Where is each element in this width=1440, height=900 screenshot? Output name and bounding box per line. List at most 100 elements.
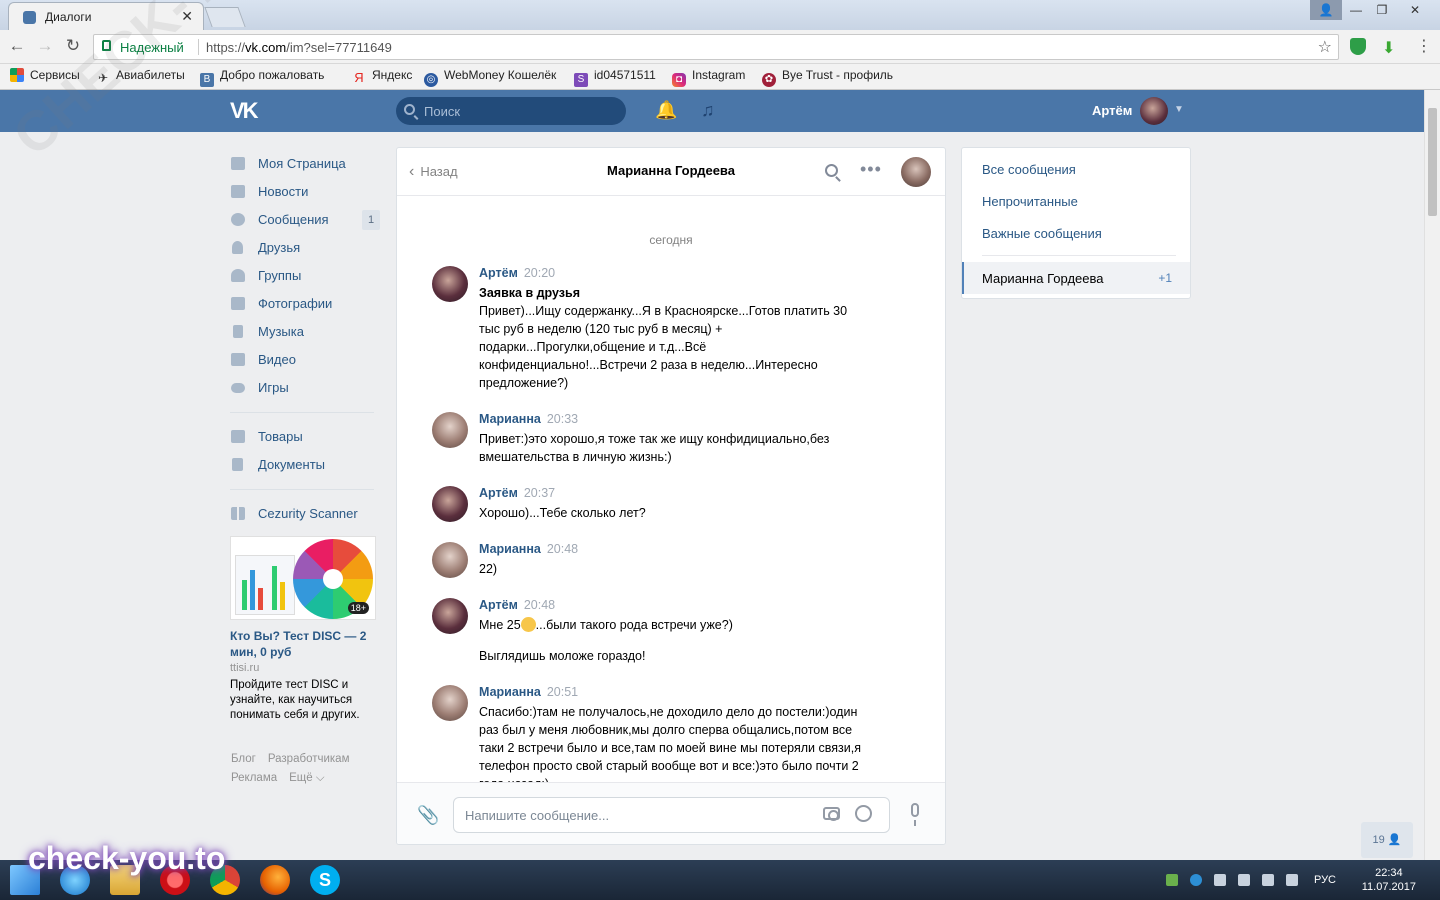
sender-avatar[interactable] xyxy=(432,266,468,302)
nav-photos[interactable]: Фотографии xyxy=(230,290,380,318)
message-author[interactable]: Артём xyxy=(479,598,518,612)
chevron-down-icon[interactable]: ▼ xyxy=(1174,104,1184,115)
nav-my-page[interactable]: Моя Страница xyxy=(230,150,380,178)
bookmark-webmoney[interactable]: ◎ WebMoney Кошелёк xyxy=(424,68,556,87)
sender-avatar[interactable] xyxy=(432,685,468,721)
input-language[interactable]: РУС xyxy=(1314,874,1336,886)
message-author[interactable]: Артём xyxy=(479,486,518,500)
download-extension-icon[interactable]: ⬇ xyxy=(1382,38,1395,58)
bookmark-flights[interactable]: ✈ Авиабилеты xyxy=(96,68,185,85)
message-time[interactable]: 20:20 xyxy=(524,266,555,280)
close-window-button[interactable]: ✕ xyxy=(1398,0,1432,20)
header-avatar[interactable] xyxy=(1140,97,1168,125)
system-clock[interactable]: 22:34 11.07.2017 xyxy=(1362,866,1416,894)
bell-icon[interactable]: 🔔 xyxy=(655,100,677,121)
new-tab-button[interactable] xyxy=(204,7,246,27)
nav-friends[interactable]: Друзья xyxy=(230,234,380,262)
message-time[interactable]: 20:48 xyxy=(524,598,555,612)
header-user-name[interactable]: Артём xyxy=(1092,103,1132,118)
emoji-icon[interactable] xyxy=(855,805,872,822)
page-scrollbar[interactable] xyxy=(1424,90,1440,860)
tray-flag-icon[interactable] xyxy=(1214,874,1226,886)
scrollbar-thumb[interactable] xyxy=(1428,108,1437,216)
ad-title[interactable]: Кто Вы? Тест DISC — 2 мин, 0 руб xyxy=(230,628,376,660)
music-note-icon[interactable]: ♫ xyxy=(701,100,715,121)
chrome-menu-icon[interactable]: ⋮ xyxy=(1416,36,1432,56)
nav-video[interactable]: Видео xyxy=(230,346,380,374)
filter-unread[interactable]: Непрочитанные xyxy=(982,194,1078,209)
back-arrow-icon[interactable]: ← xyxy=(6,36,28,56)
bookmark-yandex[interactable]: Я Яндекс xyxy=(352,68,412,85)
nav-games[interactable]: Игры xyxy=(230,374,380,402)
bookmark-vk[interactable]: В Добро пожаловать xyxy=(200,68,324,87)
message-history[interactable]: сегодня Артём 20:20 Заявка в друзья Привет… xyxy=(397,196,945,782)
forward-arrow-icon[interactable]: → xyxy=(34,36,56,56)
footer-link-more[interactable]: Ещё ⌵ xyxy=(289,772,324,784)
tray-network-icon[interactable] xyxy=(1262,874,1274,886)
tray-tools-icon[interactable] xyxy=(1238,874,1250,886)
bookmark-byetrust[interactable]: ✿ Bye Trust - профиль xyxy=(762,68,893,87)
app-icon xyxy=(231,507,245,520)
nav-goods[interactable]: Товары xyxy=(230,423,380,451)
camera-icon[interactable] xyxy=(823,807,840,821)
sender-avatar[interactable] xyxy=(432,542,468,578)
address-bar[interactable]: Надежный https://vk.com/im?sel=77711649 … xyxy=(93,34,1339,60)
message-time[interactable]: 20:51 xyxy=(547,685,578,699)
sender-avatar[interactable] xyxy=(432,598,468,634)
microphone-icon[interactable] xyxy=(911,803,919,826)
nav-messages[interactable]: Сообщения 1 xyxy=(230,206,380,234)
tray-leaf-icon[interactable] xyxy=(1166,874,1178,886)
reload-icon[interactable]: ↻ xyxy=(62,36,84,56)
tray-volume-icon[interactable] xyxy=(1286,874,1298,886)
ad-domain[interactable]: ttisi.ru xyxy=(230,662,376,674)
paperclip-icon[interactable]: 📎 xyxy=(417,805,439,826)
ad-image[interactable]: 18+ xyxy=(230,536,376,620)
bookmark-star-icon[interactable]: ☆ xyxy=(1318,37,1332,57)
message-author[interactable]: Марианна xyxy=(479,412,541,426)
contact-avatar[interactable] xyxy=(901,157,931,187)
filter-all-messages[interactable]: Все сообщения xyxy=(982,162,1076,177)
footer-link-ads[interactable]: Реклама xyxy=(231,772,277,784)
search-icon[interactable] xyxy=(825,164,838,177)
bookmark-services[interactable]: Сервисы xyxy=(10,68,80,82)
nav-music[interactable]: Музыка xyxy=(230,318,380,346)
footer-link-blog[interactable]: Блог xyxy=(231,753,256,765)
message-time[interactable]: 20:37 xyxy=(524,486,555,500)
nav-groups[interactable]: Группы xyxy=(230,262,380,290)
firefox-icon[interactable] xyxy=(260,865,290,895)
footer-link-developers[interactable]: Разработчикам xyxy=(268,753,350,765)
message-time[interactable]: 20:33 xyxy=(547,412,578,426)
close-tab-icon[interactable]: ✕ xyxy=(181,8,193,25)
shield-extension-icon[interactable] xyxy=(1350,38,1366,55)
bookmark-instagram[interactable]: ◘ Instagram xyxy=(672,68,745,87)
message-author[interactable]: Марианна xyxy=(479,542,541,556)
browser-tab-dialogs[interactable]: Диалоги ✕ xyxy=(8,2,204,30)
bookmark-id[interactable]: Sid04571511 xyxy=(574,68,656,87)
sender-avatar[interactable] xyxy=(432,486,468,522)
message-author[interactable]: Артём xyxy=(479,266,518,280)
nav-cezurity[interactable]: Cezurity Scanner xyxy=(230,500,380,528)
profile-icon[interactable]: 👤 xyxy=(1310,0,1342,20)
message-title: Заявка в друзья xyxy=(479,286,580,300)
instagram-icon: ◘ xyxy=(672,73,686,87)
vk-search[interactable] xyxy=(396,97,626,125)
active-conversation[interactable]: Марианна Гордеева +1 xyxy=(962,262,1190,294)
smiling-emoji-icon xyxy=(520,617,536,632)
search-input[interactable] xyxy=(424,102,614,120)
more-actions-icon[interactable]: ••• xyxy=(860,159,882,180)
nav-news[interactable]: Новости xyxy=(230,178,380,206)
filter-important[interactable]: Важные сообщения xyxy=(982,226,1102,241)
message-time[interactable]: 20:48 xyxy=(547,542,578,556)
url-text[interactable]: https://vk.com/im?sel=77711649 xyxy=(206,40,392,55)
message-text: Мне 25 ...были такого рода встречи уже?) В… xyxy=(479,616,869,665)
nav-documents[interactable]: Документы xyxy=(230,451,380,479)
vk-logo-icon[interactable]: VK xyxy=(230,98,266,124)
ad-block[interactable]: 18+ Кто Вы? Тест DISC — 2 мин, 0 руб tti… xyxy=(230,536,376,723)
skype-icon[interactable]: S xyxy=(310,865,340,895)
tray-e-icon[interactable] xyxy=(1190,874,1202,886)
online-friends-button[interactable]: 19 👤 xyxy=(1361,822,1413,858)
age-badge: 18+ xyxy=(347,602,369,614)
restore-button[interactable]: ❐ xyxy=(1366,0,1398,20)
sender-avatar[interactable] xyxy=(432,412,468,448)
message-author[interactable]: Марианна xyxy=(479,685,541,699)
